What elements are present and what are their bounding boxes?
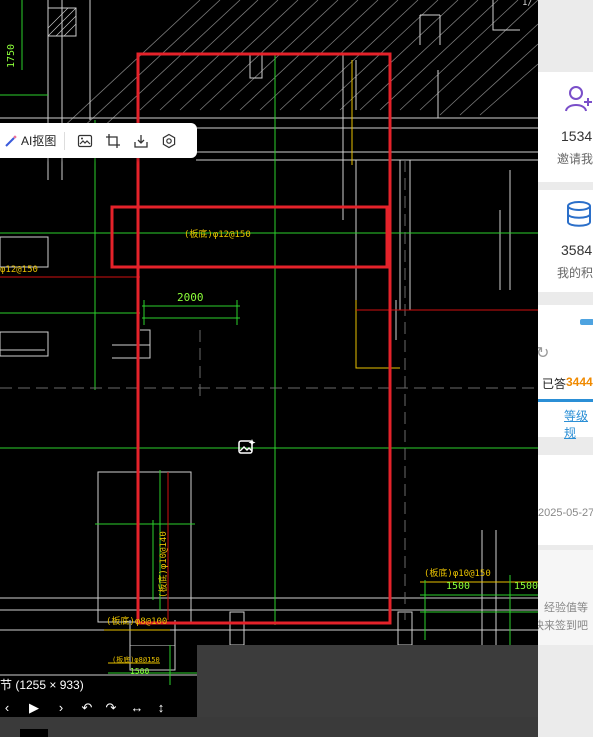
exp-text-line1: 经验值等 — [544, 602, 588, 614]
level-rules-link[interactable]: 等级规 — [564, 407, 593, 441]
answered-card[interactable]: ↻ 已答 3444 等级规 — [538, 305, 593, 440]
image-edit-icon — [78, 134, 93, 147]
image-edit-button[interactable] — [71, 127, 99, 155]
rebar-label-bottom-left: (板底)φ8@100 — [106, 617, 168, 627]
dimension-label-1500-b: 1500 — [514, 581, 539, 592]
rotate-left-icon[interactable]: ↶ — [78, 700, 96, 716]
toolbar-divider — [64, 131, 66, 150]
answered-label: 已答 — [542, 377, 567, 391]
exp-text-line2: 快来签到吧 — [538, 620, 588, 632]
cad-linework — [0, 0, 539, 646]
dimension-label-1500-a: 1500 — [446, 581, 471, 592]
prev-icon[interactable]: ‹ — [0, 700, 16, 716]
magic-wand-icon — [5, 134, 17, 147]
image-caption: 节 (1255 × 933) — [0, 678, 84, 692]
download-button[interactable] — [127, 127, 155, 155]
answered-count: 3444 — [566, 375, 593, 389]
signin-card[interactable]: 经验值等 快来签到吧 — [538, 550, 593, 645]
date-text: 2025-05-27 — [538, 507, 593, 519]
cad-drawing-image[interactable]: 1750 2000 (板底)φ12@150 φ12@150 (板底)φ10@14… — [0, 0, 539, 646]
right-sidebar: 1534 邀请我 3584 我的积 ↻ 已答 3444 等级规 2025-05-… — [538, 0, 593, 737]
image-ai-toolbar: AI抠图 — [0, 123, 197, 158]
badge-icon — [580, 319, 593, 325]
points-label: 我的积 — [557, 266, 593, 280]
dimension-label-1500-c: 1500 — [130, 667, 150, 676]
flip-horizontal-icon[interactable]: ↔ — [128, 700, 146, 716]
flip-vertical-icon[interactable]: ↕ — [152, 700, 170, 716]
date-card: 2025-05-27 — [538, 455, 593, 545]
bottom-strip — [0, 717, 593, 737]
database-coins-icon — [567, 201, 591, 227]
corner-mark: 1/ — [522, 0, 533, 8]
ai-cutout-button[interactable]: AI抠图 — [4, 132, 56, 149]
rebar-label-left: φ12@150 — [0, 265, 38, 275]
invite-label: 邀请我 — [557, 152, 593, 166]
play-icon[interactable]: ▶ — [25, 700, 43, 716]
ai-cutout-label: AI抠图 — [21, 134, 57, 148]
hexagon-settings-icon — [163, 133, 176, 148]
invite-count: 1534 — [561, 128, 593, 144]
crop-icon — [106, 133, 121, 148]
rebar-label-vertical: (板底)φ10@140 — [159, 531, 169, 598]
settings-button[interactable] — [155, 127, 183, 155]
rebar-label-bottom-small: (板底)φ8@150 — [112, 656, 160, 664]
rebar-label-right: (板底)φ10@150 — [424, 569, 491, 579]
dimension-label-2000: 2000 — [177, 291, 204, 304]
user-add-icon — [565, 86, 592, 112]
crop-button[interactable] — [99, 127, 127, 155]
level-progress-bar — [538, 399, 593, 402]
ai-image-icon[interactable] — [238, 438, 256, 456]
next-icon[interactable]: › — [52, 700, 70, 716]
points-card[interactable]: 3584 我的积 — [538, 190, 593, 292]
points-count: 3584 — [561, 242, 593, 258]
rotate-right-icon[interactable]: ↷ — [102, 700, 120, 716]
dimension-label-1750: 1750 — [6, 43, 17, 68]
rebar-label-top: (板底)φ12@150 — [184, 230, 251, 240]
refresh-icon: ↻ — [538, 345, 550, 362]
download-icon — [134, 134, 148, 148]
invite-card[interactable]: 1534 邀请我 — [538, 72, 593, 182]
playback-controls: ‹ ▶ › ↶ ↷ ↔ ↕ — [0, 698, 197, 718]
